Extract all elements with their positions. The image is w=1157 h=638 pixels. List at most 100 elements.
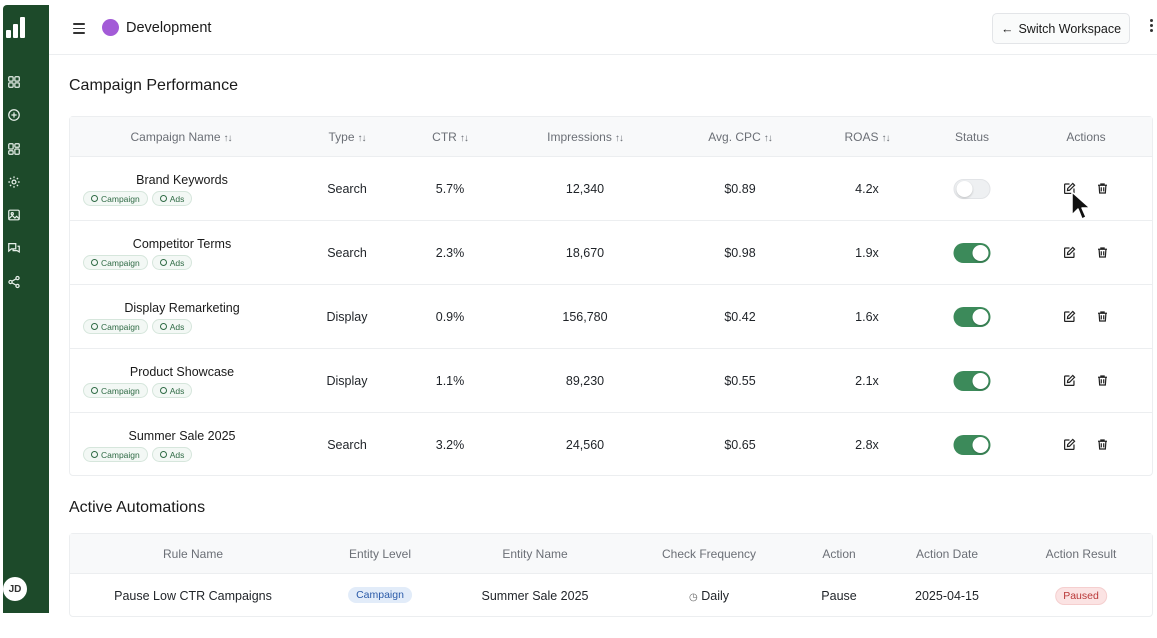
image-icon[interactable]: [7, 208, 21, 222]
campaign-tag[interactable]: Campaign: [83, 319, 148, 334]
ads-tag[interactable]: Ads: [151, 319, 193, 334]
edit-icon[interactable]: [1063, 438, 1076, 451]
clock-icon: [91, 451, 98, 458]
campaign-row[interactable]: Competitor Terms Campaign Ads Search 2.3% 18,…: [70, 221, 1152, 285]
campaign-tag[interactable]: Campaign: [83, 447, 148, 462]
edit-icon[interactable]: [1063, 246, 1076, 259]
delete-icon[interactable]: [1096, 182, 1109, 195]
top-bar: Development ← Switch Workspace: [49, 5, 1157, 55]
campaign-type: Display: [326, 310, 368, 324]
col-action-result: Action Result: [1045, 547, 1117, 561]
campaign-tag[interactable]: Campaign: [83, 191, 148, 206]
status-toggle[interactable]: [953, 243, 991, 263]
ads-tag[interactable]: Ads: [151, 383, 193, 398]
status-toggle[interactable]: [953, 435, 991, 455]
col-campaign-name[interactable]: Campaign Name ↑↓: [130, 130, 233, 144]
campaign-table: Campaign Name ↑↓ Type ↑↓ CTR ↑↓ Impressions…: [69, 116, 1153, 476]
grid-icon[interactable]: [7, 142, 21, 156]
ads-tag[interactable]: Ads: [151, 191, 193, 206]
toggle-knob: [956, 181, 973, 197]
workspace-name: Development: [126, 20, 212, 36]
campaign-row[interactable]: Summer Sale 2025 Campaign Ads Search 3.2% 24,…: [70, 413, 1152, 477]
delete-icon[interactable]: [1096, 438, 1109, 451]
col-entity-name: Entity Name: [502, 547, 568, 561]
campaign-roas: 2.1x: [855, 374, 879, 388]
campaign-row[interactable]: Product Showcase Campaign Ads Display 1.1% 89…: [70, 349, 1152, 413]
mouse-cursor-icon: [1071, 191, 1091, 220]
ads-tag[interactable]: Ads: [151, 447, 193, 462]
workspace-color-dot: [102, 19, 119, 36]
sort-icon: ↑↓: [223, 133, 233, 144]
settings-icon[interactable]: [7, 175, 21, 189]
user-avatar[interactable]: JD: [3, 577, 27, 601]
app-logo[interactable]: [6, 16, 28, 38]
campaign-tag[interactable]: Campaign: [83, 383, 148, 398]
campaign-tags: Campaign Ads: [83, 319, 193, 334]
add-circle-icon[interactable]: [7, 108, 21, 122]
status-toggle[interactable]: [953, 307, 991, 327]
col-ctr[interactable]: CTR ↑↓: [432, 130, 469, 144]
toggle-knob: [972, 373, 989, 389]
automations-table-header: Rule Name Entity Level Entity Name Check…: [70, 534, 1152, 574]
toggle-knob: [972, 245, 989, 261]
campaign-tags: Campaign Ads: [83, 191, 193, 206]
status-toggle[interactable]: [953, 179, 991, 199]
campaign-impressions: 12,340: [565, 182, 605, 196]
campaign-ctr: 1.1%: [435, 374, 465, 388]
campaign-roas: 4.2x: [855, 182, 879, 196]
entity-name: Summer Sale 2025: [481, 589, 589, 603]
campaign-performance-title: Campaign Performance: [69, 77, 238, 94]
campaign-row[interactable]: Display Remarketing Campaign Ads Display 0.9…: [70, 285, 1152, 349]
campaign-type: Search: [327, 182, 367, 196]
col-impressions[interactable]: Impressions ↑↓: [547, 130, 624, 144]
campaign-impressions: 156,780: [562, 310, 608, 324]
share-icon[interactable]: [7, 275, 21, 289]
campaign-name: Brand Keywords: [136, 173, 228, 187]
active-automations-title: Active Automations: [69, 499, 206, 516]
rule-name: Pause Low CTR Campaigns: [114, 589, 272, 603]
campaign-name: Competitor Terms: [132, 237, 232, 251]
campaign-type: Display: [326, 374, 368, 388]
delete-icon[interactable]: [1096, 246, 1109, 259]
col-avg-cpc[interactable]: Avg. CPC ↑↓: [708, 130, 772, 144]
campaign-type: Search: [327, 246, 367, 260]
col-action-date: Action Date: [915, 547, 979, 561]
campaign-tags: Campaign Ads: [83, 383, 193, 398]
action-value: Pause: [821, 589, 857, 603]
col-actions: Actions: [1066, 130, 1106, 144]
dashboard-icon[interactable]: [7, 75, 21, 89]
switch-workspace-button[interactable]: ← Switch Workspace: [992, 13, 1130, 44]
clock-icon: ◷: [688, 592, 698, 603]
delete-icon[interactable]: [1096, 374, 1109, 387]
chat-icon[interactable]: [7, 241, 21, 255]
sort-icon: ↑↓: [459, 133, 469, 144]
clock-icon: [159, 259, 167, 266]
campaign-row[interactable]: Brand Keywords Campaign Ads Search 5.7% 12,34…: [70, 157, 1152, 221]
check-frequency: ◷ Daily: [688, 589, 730, 603]
clock-icon: [159, 323, 167, 330]
campaign-tags: Campaign Ads: [83, 447, 193, 462]
status-toggle[interactable]: [953, 371, 991, 391]
switch-workspace-label: Switch Workspace: [1018, 21, 1122, 36]
more-options-icon[interactable]: [1150, 19, 1154, 35]
app-window: JD Development ← Switch Workspace Campai…: [0, 0, 1157, 617]
campaign-name: Summer Sale 2025: [128, 429, 236, 443]
hamburger-menu-icon[interactable]: [73, 23, 85, 35]
clock-icon: [91, 195, 98, 202]
col-action: Action: [822, 547, 856, 561]
toggle-knob: [972, 437, 989, 453]
delete-icon[interactable]: [1096, 310, 1109, 323]
sort-icon: ↑↓: [357, 133, 367, 144]
col-type[interactable]: Type ↑↓: [328, 130, 367, 144]
clock-icon: [91, 259, 98, 266]
clock-icon: [159, 195, 167, 202]
ads-tag[interactable]: Ads: [151, 255, 193, 270]
col-roas[interactable]: ROAS ↑↓: [844, 130, 890, 144]
campaign-roas: 2.8x: [855, 438, 879, 452]
edit-icon[interactable]: [1063, 374, 1076, 387]
campaign-avg-cpc: $0.65: [724, 438, 756, 452]
edit-icon[interactable]: [1063, 310, 1076, 323]
sort-icon: ↑↓: [614, 133, 624, 144]
automation-row[interactable]: Pause Low CTR Campaigns Campaign Summer …: [70, 574, 1152, 638]
campaign-tag[interactable]: Campaign: [83, 255, 148, 270]
